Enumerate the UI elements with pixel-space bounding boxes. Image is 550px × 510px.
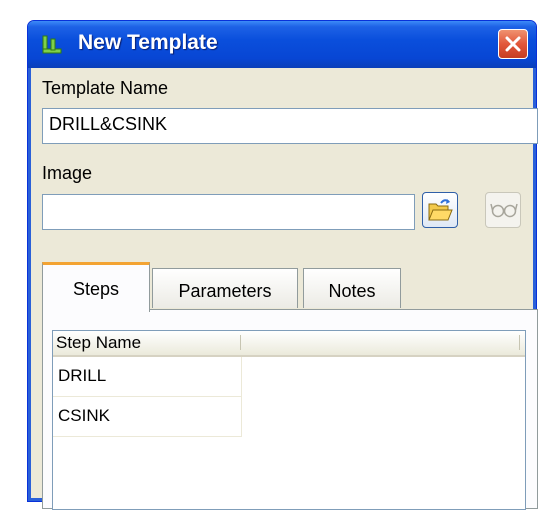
view-image-button[interactable] bbox=[485, 192, 521, 228]
tab-steps[interactable]: Steps bbox=[42, 262, 150, 312]
template-icon bbox=[40, 33, 64, 57]
close-button[interactable] bbox=[498, 29, 528, 59]
tab-notes[interactable]: Notes bbox=[303, 268, 401, 308]
title-bar[interactable]: New Template bbox=[28, 21, 536, 68]
column-divider[interactable] bbox=[519, 335, 520, 350]
column-divider[interactable] bbox=[240, 335, 241, 350]
dialog-title: New Template bbox=[78, 31, 218, 54]
tab-parameters[interactable]: Parameters bbox=[152, 268, 298, 308]
close-icon bbox=[505, 36, 521, 52]
browse-image-button[interactable] bbox=[422, 192, 458, 228]
template-name-input[interactable]: DRILL&CSINK bbox=[42, 108, 538, 144]
step-name-column-header[interactable]: Step Name bbox=[56, 333, 141, 353]
list-item[interactable]: DRILL bbox=[53, 357, 242, 397]
glasses-icon bbox=[490, 203, 518, 218]
open-folder-icon bbox=[428, 199, 453, 221]
steps-list[interactable]: Step Name DRILL CSINK bbox=[52, 330, 526, 510]
list-header: Step Name bbox=[53, 331, 525, 357]
image-path-input[interactable] bbox=[42, 194, 415, 230]
steps-tab-panel: Step Name DRILL CSINK bbox=[42, 309, 538, 510]
image-label: Image bbox=[42, 163, 93, 183]
template-name-label: Template Name bbox=[42, 78, 169, 98]
list-item[interactable]: CSINK bbox=[53, 397, 242, 437]
